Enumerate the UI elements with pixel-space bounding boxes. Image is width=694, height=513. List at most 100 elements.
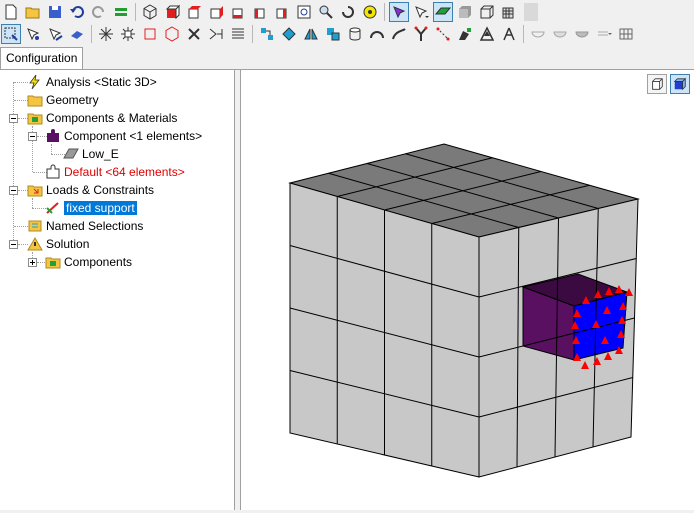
expander-solution[interactable] xyxy=(9,240,18,249)
select-face-icon[interactable] xyxy=(67,24,87,44)
tree-item-label: Default <64 elements> xyxy=(64,165,185,179)
zoom-fit-icon[interactable] xyxy=(294,2,314,22)
tree-connector xyxy=(14,226,28,227)
tree-item-low-e[interactable]: Low_E xyxy=(63,145,119,163)
tree-item-analysis[interactable]: Analysis <Static 3D> xyxy=(27,73,157,91)
tree-item-named-selections[interactable]: Named Selections xyxy=(27,217,143,235)
left-view-icon[interactable] xyxy=(250,2,270,22)
material-plate-icon xyxy=(63,148,79,159)
folder-load-icon xyxy=(27,185,43,197)
tree-item-components-materials[interactable]: Components & Materials xyxy=(27,109,177,127)
star-node-alt-icon[interactable] xyxy=(118,24,138,44)
folder-icon xyxy=(27,95,43,107)
tree-item-label: Analysis <Static 3D> xyxy=(46,75,157,89)
duplicate-icon[interactable] xyxy=(323,24,343,44)
bowl-filled-icon[interactable] xyxy=(572,24,592,44)
cylinder-icon[interactable] xyxy=(345,24,365,44)
tree-item-geometry[interactable]: Geometry xyxy=(27,91,99,109)
mesh-model[interactable] xyxy=(241,70,694,510)
3d-viewport[interactable] xyxy=(241,70,694,510)
back-view-icon[interactable] xyxy=(184,2,204,22)
tree-item-label: Solution xyxy=(46,237,90,251)
select-point-icon[interactable] xyxy=(23,24,43,44)
tree-connector xyxy=(14,82,28,83)
tree-connector xyxy=(14,100,28,101)
mirror-icon[interactable] xyxy=(301,24,321,44)
wireframe-icon[interactable] xyxy=(477,2,497,22)
save-icon[interactable] xyxy=(45,2,65,22)
toolbar-overflow[interactable] xyxy=(524,3,538,21)
expander-component[interactable] xyxy=(28,132,37,141)
fork-icon[interactable] xyxy=(411,24,431,44)
new-file-icon[interactable] xyxy=(1,2,21,22)
expander-loads-constraints[interactable] xyxy=(9,186,18,195)
toolbar-separator xyxy=(252,25,253,43)
tree-item-component[interactable]: Component <1 elements> xyxy=(45,127,202,145)
folder-puzzle-icon xyxy=(27,113,43,125)
orthographic-view-icon[interactable] xyxy=(670,74,690,94)
mesh-icon[interactable] xyxy=(499,2,519,22)
zoom-area-icon[interactable] xyxy=(360,2,380,22)
list-icon[interactable] xyxy=(228,24,248,44)
select-box-icon[interactable] xyxy=(1,24,21,44)
iso-view-icon[interactable] xyxy=(140,2,160,22)
close-x-icon[interactable] xyxy=(184,24,204,44)
node-select-icon[interactable] xyxy=(257,24,277,44)
tree-connector xyxy=(13,82,14,244)
tree-connector xyxy=(32,198,33,208)
star-node-icon[interactable] xyxy=(96,24,116,44)
toolbar-separator xyxy=(91,25,92,43)
cube-outline-icon[interactable] xyxy=(162,24,182,44)
perspective-view-icon[interactable] xyxy=(647,74,667,94)
rectangle-icon[interactable] xyxy=(140,24,160,44)
element-select-icon[interactable] xyxy=(279,24,299,44)
lightning-icon xyxy=(29,74,40,90)
split-icon[interactable] xyxy=(206,24,226,44)
tree-item-loads-constraints[interactable]: Loads & Constraints xyxy=(27,181,154,199)
zoom-icon[interactable] xyxy=(316,2,336,22)
tree-item-fixed-support[interactable]: fixed support xyxy=(45,199,137,217)
solid-icon[interactable] xyxy=(455,2,475,22)
expander-components-materials[interactable] xyxy=(9,114,18,123)
front-view-icon[interactable] xyxy=(162,2,182,22)
tree-connector xyxy=(37,262,45,263)
tree-item-components[interactable]: Components xyxy=(45,253,132,271)
solution-triangle-icon xyxy=(27,237,43,251)
paint-icon[interactable] xyxy=(455,24,475,44)
model-tree: Analysis <Static 3D> Geometry Components… xyxy=(0,70,235,510)
compass-icon[interactable] xyxy=(499,24,519,44)
tree-item-solution[interactable]: Solution xyxy=(27,235,89,253)
select-mode-icon[interactable] xyxy=(389,2,409,22)
toolbar-separator xyxy=(384,3,385,21)
rotate-icon[interactable] xyxy=(338,2,358,22)
right-view-icon[interactable] xyxy=(272,2,292,22)
puzzle-piece-icon xyxy=(47,129,59,142)
select-edge-icon[interactable] xyxy=(45,24,65,44)
tree-item-label: Loads & Constraints xyxy=(46,183,155,197)
tree-item-default[interactable]: Default <64 elements> xyxy=(45,163,185,181)
equals-icon[interactable] xyxy=(111,2,131,22)
tab-configuration[interactable]: Configuration xyxy=(0,47,84,69)
triangle-icon[interactable] xyxy=(477,24,497,44)
named-selection-icon xyxy=(28,220,42,232)
top-view-icon[interactable] xyxy=(206,2,226,22)
arc-icon[interactable] xyxy=(367,24,387,44)
tree-item-label: fixed support xyxy=(64,201,137,215)
pointer-dropdown-icon[interactable] xyxy=(411,2,431,22)
open-folder-icon[interactable] xyxy=(23,2,43,22)
dropdown-icon[interactable] xyxy=(594,24,614,44)
folder-puzzle-icon xyxy=(45,257,61,269)
shaded-icon[interactable] xyxy=(433,2,453,22)
bottom-view-icon[interactable] xyxy=(228,2,248,22)
bowl-alt-icon[interactable] xyxy=(550,24,570,44)
bowl-icon[interactable] xyxy=(528,24,548,44)
view-mode-buttons xyxy=(644,74,690,94)
fixed-support-icon xyxy=(46,202,59,214)
expander-components[interactable] xyxy=(28,258,37,267)
grid-icon[interactable] xyxy=(616,24,636,44)
selection-toolbar xyxy=(0,22,694,46)
trim-icon[interactable] xyxy=(433,24,453,44)
undo-icon[interactable] xyxy=(67,2,87,22)
redo-icon[interactable] xyxy=(89,2,109,22)
sweep-icon[interactable] xyxy=(389,24,409,44)
